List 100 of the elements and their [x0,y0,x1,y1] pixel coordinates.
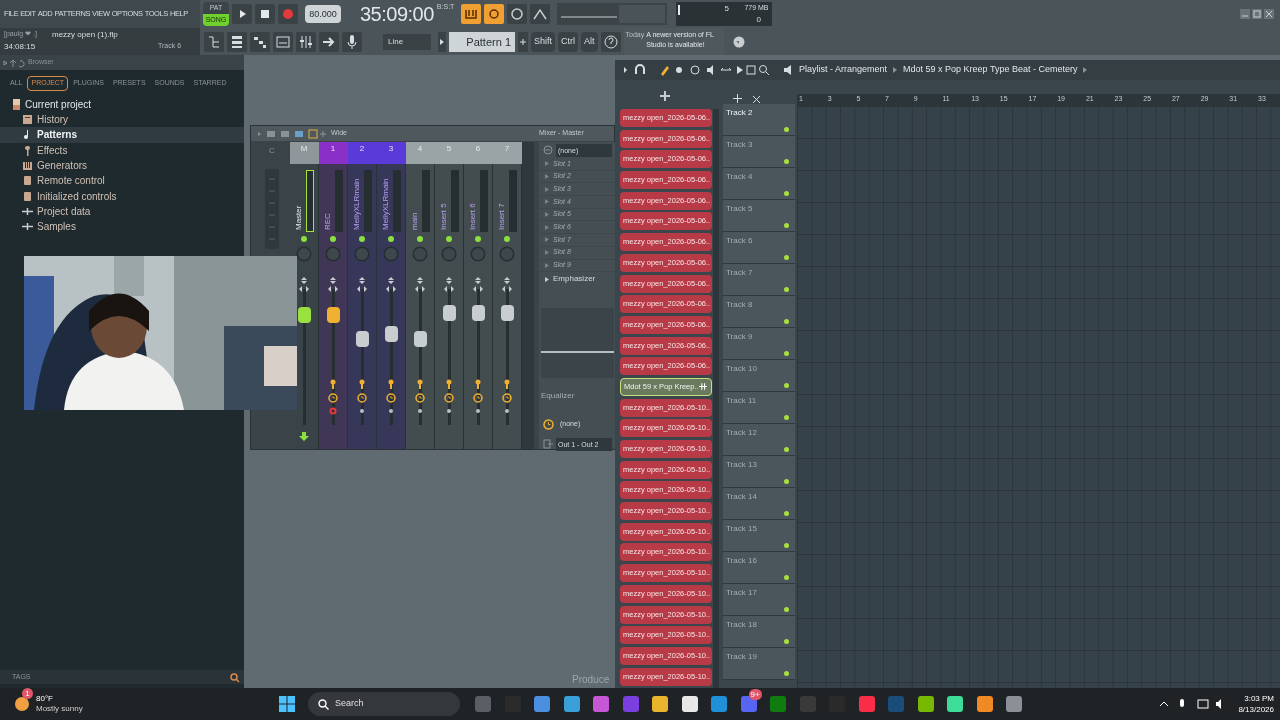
fader-handle[interactable] [414,331,427,347]
down-arrow-icon[interactable] [299,432,309,441]
track-header[interactable]: Track 4 [723,168,795,200]
channel-rack-button[interactable] [227,31,247,52]
clock-icon[interactable] [386,393,396,403]
active-led-icon[interactable] [417,236,423,242]
mute-led-icon[interactable] [784,383,789,388]
fx-route-icon[interactable] [474,379,482,389]
insert-name[interactable]: Insert 5 [438,178,450,230]
clock-icon[interactable] [415,393,425,403]
navigation-icon[interactable] [3,57,25,68]
effect-slot[interactable]: Emphasizer [553,273,596,286]
mute-led-icon[interactable] [784,607,789,612]
mute-led-icon[interactable] [784,415,789,420]
insert-name[interactable]: MellyXLRmain [351,178,363,230]
stereo-arrows-icon[interactable] [386,277,396,293]
dot-icon[interactable] [503,407,511,415]
stereo-arrows-icon[interactable] [328,277,338,293]
active-led-icon[interactable] [446,236,452,242]
drag-handle-icon[interactable] [698,383,707,391]
track-header[interactable]: Track 19 [723,648,795,680]
clock-icon[interactable] [444,393,454,403]
track-header[interactable]: Track 18 [723,616,795,648]
track-header[interactable]: Track 12 [723,424,795,456]
playlist-button[interactable] [273,31,293,52]
mute-led-icon[interactable] [784,127,789,132]
insert-number[interactable]: 2 [347,142,377,164]
browser-button[interactable] [204,31,224,52]
track-header[interactable]: Track 16 [723,552,795,584]
record-arm-icon[interactable] [329,407,337,415]
app-icon[interactable] [975,695,994,713]
track-header[interactable]: Track 5 [723,200,795,232]
mute-led-icon[interactable] [784,191,789,196]
stereo-arrows-icon[interactable] [444,277,454,293]
browser-item[interactable]: Remote control [0,173,244,189]
mute-led-icon[interactable] [784,351,789,356]
globe-icon[interactable] [732,35,745,48]
equalizer-graph[interactable] [541,308,614,379]
fader-handle[interactable] [356,331,369,347]
insert-number[interactable]: 3 [376,142,406,164]
stereo-arrows-icon[interactable] [357,277,367,293]
track-header[interactable]: Track 6 [723,232,795,264]
song-title[interactable]: Mdot 59 x Pop Kreep Type Beat - Cemetery [903,63,1078,77]
app-icon[interactable] [946,695,964,713]
fader-handle[interactable] [327,307,340,323]
insert-name[interactable]: MellyXLRmain [380,178,392,230]
app-icon[interactable] [651,695,669,713]
active-led-icon[interactable] [359,236,365,242]
previous-pattern-button[interactable] [438,31,446,52]
fader-handle[interactable] [501,304,514,321]
active-led-icon[interactable] [330,236,336,242]
active-led-icon[interactable] [388,236,394,242]
browser-item[interactable]: Effects [0,142,244,158]
fx-route-icon[interactable] [445,379,453,389]
insert-name[interactable]: Insert 6 [467,178,479,230]
dot-icon[interactable] [474,407,482,415]
active-led-icon[interactable] [504,236,510,242]
track-header[interactable]: Track 7 [723,264,795,296]
track-header[interactable]: Track 3 [723,136,795,168]
add-pattern-button[interactable] [518,31,528,52]
clock-time[interactable]: 3:03 PM [1244,693,1274,704]
track-header[interactable]: Track 2 [723,104,795,136]
fader-handle[interactable] [298,307,311,323]
tempo-field[interactable]: 80.000 [305,5,341,23]
mute-led-icon[interactable] [784,287,789,292]
pan-knob[interactable] [296,246,312,262]
typing-keyboard-button[interactable] [461,4,482,24]
mute-led-icon[interactable] [784,671,789,676]
track-header[interactable]: Track 13 [723,456,795,488]
app-icon[interactable] [562,695,581,713]
search-field[interactable]: Search [308,692,460,716]
track-header[interactable]: Track 11 [723,392,795,424]
track-header[interactable]: Track 17 [723,584,795,616]
stereo-arrows-icon[interactable] [299,277,309,293]
mute-led-icon[interactable] [784,447,789,452]
dot-icon[interactable] [416,407,424,415]
pattern-selector[interactable]: Pattern 1 [449,31,515,52]
metronome-button[interactable] [530,4,551,24]
modifier-key-button[interactable]: Ctrl [558,31,578,52]
fx-route-icon[interactable] [503,379,511,389]
browser-item[interactable]: Samples [0,219,244,235]
clock-icon[interactable] [473,393,483,403]
clock-icon[interactable] [502,393,512,403]
browser-item[interactable]: Initialized controls [0,188,244,204]
speaker-icon[interactable] [783,64,793,76]
track-header[interactable]: Track 14 [723,488,795,520]
track-header[interactable]: Track 10 [723,360,795,392]
fader-handle[interactable] [385,326,398,343]
search-icon[interactable] [230,673,240,683]
fx-route-icon[interactable] [416,379,424,389]
insert-name[interactable]: Master [293,178,305,230]
app-icon[interactable] [680,695,699,713]
play-button[interactable] [232,4,252,24]
clock-date[interactable]: 8/13/2026 [1238,704,1274,715]
insert-number[interactable]: 1 [318,142,348,164]
stereo-arrows-icon[interactable] [502,277,512,293]
browser-item[interactable]: History [0,112,244,128]
active-led-icon[interactable] [475,236,481,242]
fx-route-icon[interactable] [329,379,337,389]
expand-arrow-icon[interactable] [545,276,549,282]
